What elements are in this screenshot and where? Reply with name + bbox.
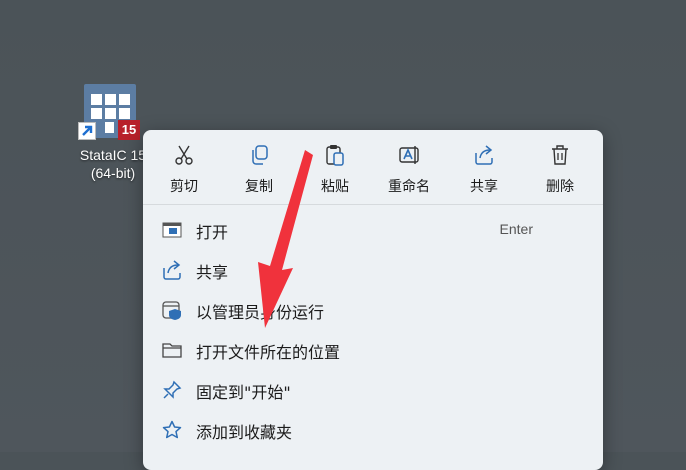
menu-item-pin-to-start-label: 固定到"开始": [196, 383, 291, 402]
menu-item-add-to-favorites-label: 添加到收藏夹: [196, 423, 293, 442]
menu-item-open-label: 打开: [196, 223, 229, 242]
folder-icon: [162, 340, 182, 360]
context-menu-action-bar: 剪切 复制 粘贴 重命名 共享 删除: [143, 130, 603, 204]
copy-icon: [249, 144, 269, 166]
share-icon: [162, 260, 182, 280]
context-menu: 剪切 复制 粘贴 重命名 共享 删除 打开 Enter 共享 以管理员身份运行 …: [143, 130, 603, 470]
share-label: 共享: [470, 179, 498, 195]
paste-icon: [325, 144, 345, 166]
open-window-icon: [162, 220, 182, 240]
menu-item-add-to-favorites[interactable]: 添加到收藏夹: [143, 410, 603, 450]
rename-icon: [399, 144, 419, 166]
paste-label: 粘贴: [321, 179, 349, 195]
scissors-icon: [174, 144, 194, 166]
star-icon: [162, 420, 182, 440]
cut-label: 剪切: [170, 179, 198, 195]
rename-button[interactable]: 重命名: [374, 138, 444, 198]
rename-label: 重命名: [388, 179, 430, 195]
version-badge: 15: [118, 120, 140, 140]
menu-item-share-label: 共享: [196, 263, 229, 282]
menu-item-run-as-admin-label: 以管理员身份运行: [196, 303, 325, 322]
trash-icon: [550, 144, 570, 166]
menu-item-open-shortcut: Enter: [499, 221, 533, 237]
menu-divider: [143, 204, 603, 205]
copy-label: 复制: [245, 179, 273, 195]
pin-icon: [162, 380, 182, 400]
menu-item-open[interactable]: 打开 Enter: [143, 210, 603, 250]
delete-button[interactable]: 删除: [525, 138, 595, 198]
paste-button[interactable]: 粘贴: [300, 138, 370, 198]
cut-button[interactable]: 剪切: [149, 138, 219, 198]
admin-shield-icon: [162, 300, 182, 320]
share-button[interactable]: 共享: [449, 138, 519, 198]
share-icon: [474, 144, 494, 166]
menu-item-open-file-location-label: 打开文件所在的位置: [196, 343, 341, 362]
menu-item-pin-to-start[interactable]: 固定到"开始": [143, 370, 603, 410]
menu-item-open-file-location[interactable]: 打开文件所在的位置: [143, 330, 603, 370]
menu-item-run-as-admin[interactable]: 以管理员身份运行: [143, 290, 603, 330]
delete-label: 删除: [546, 179, 574, 195]
copy-button[interactable]: 复制: [224, 138, 294, 198]
shortcut-arrow-icon: [78, 122, 96, 140]
menu-item-share[interactable]: 共享: [143, 250, 603, 290]
